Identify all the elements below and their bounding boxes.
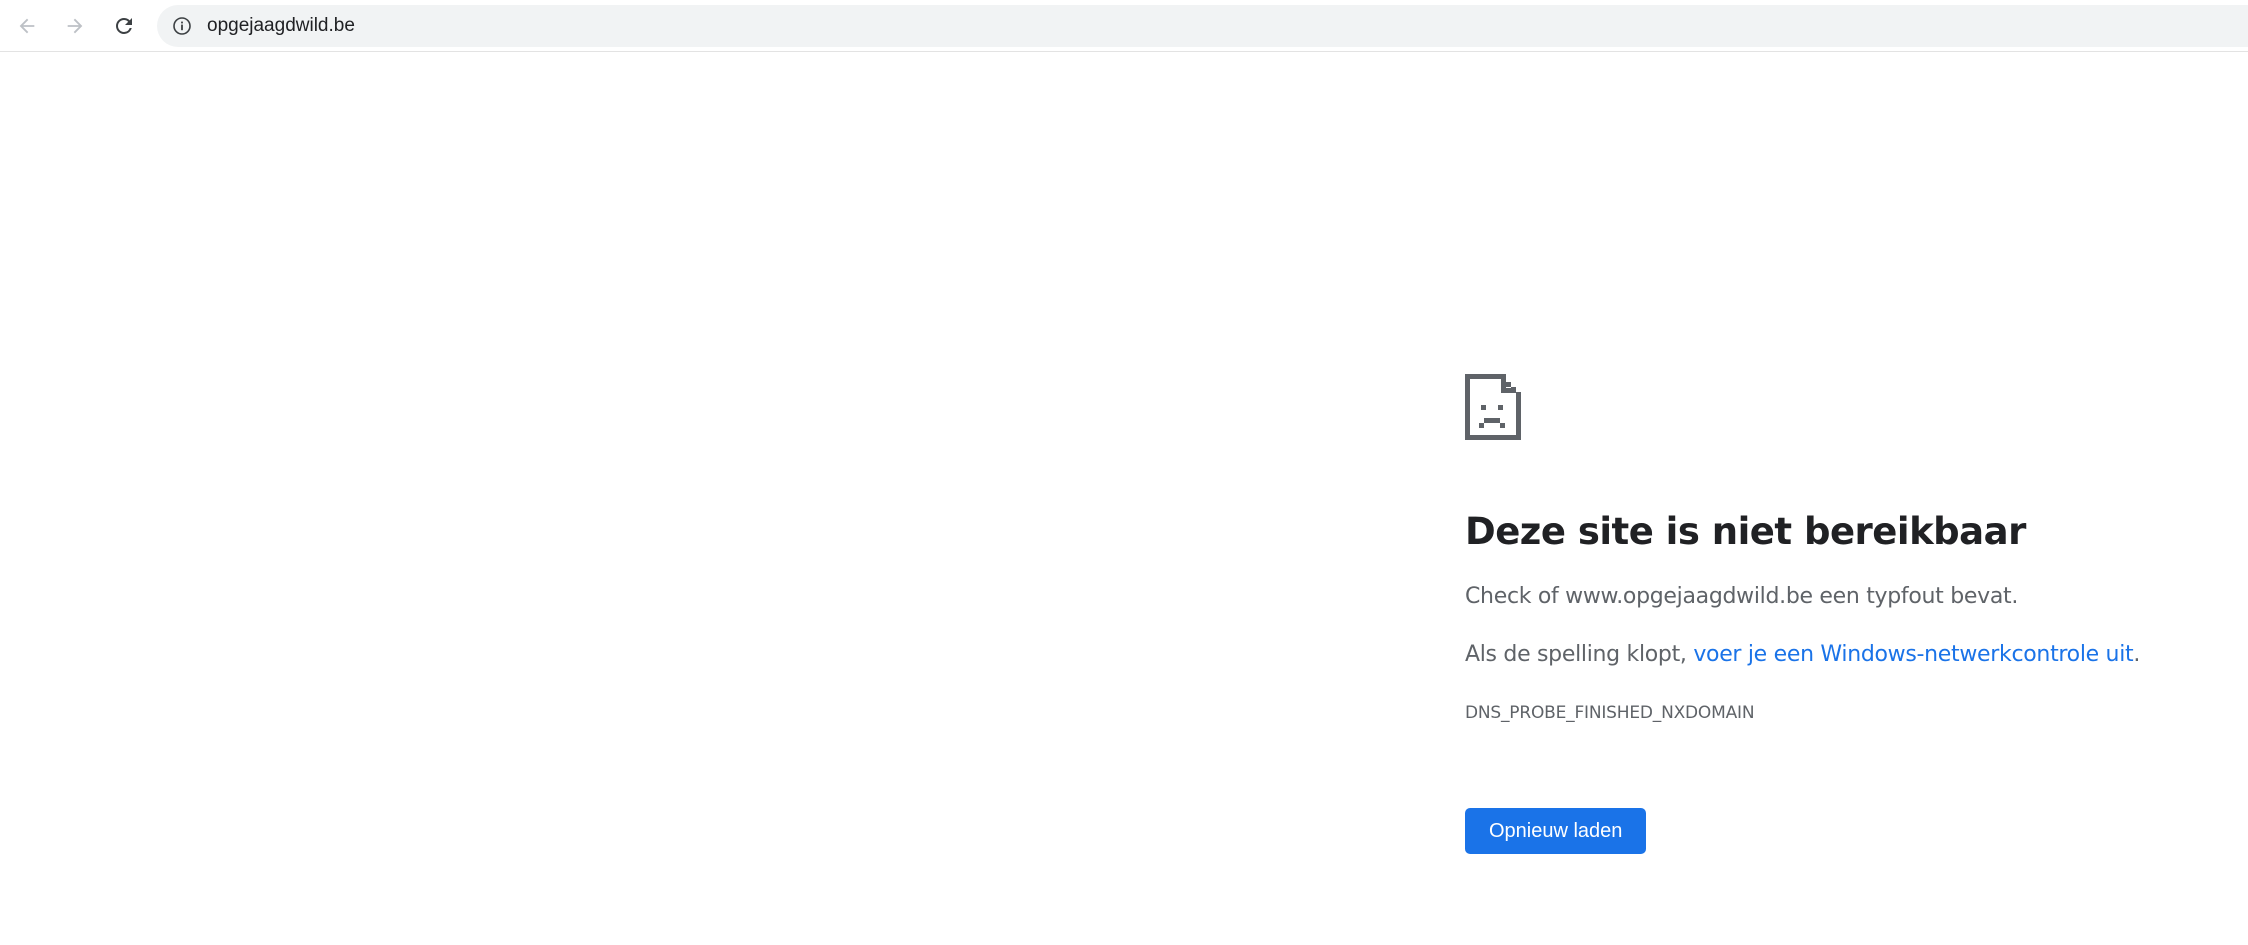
diagnostics-suffix: . xyxy=(2133,642,2141,667)
reload-icon xyxy=(116,18,132,34)
site-info-button[interactable] xyxy=(172,16,192,36)
reload-page-button[interactable] xyxy=(104,6,144,46)
forward-button[interactable] xyxy=(55,6,95,46)
diagnostics-prefix: Als de spelling klopt, xyxy=(1465,642,1694,667)
info-circle-icon xyxy=(173,17,191,35)
browser-toolbar: opgejaagdwild.be xyxy=(0,0,2248,52)
url-text[interactable]: opgejaagdwild.be xyxy=(207,5,355,47)
reload-button[interactable]: Opnieuw laden xyxy=(1465,808,1647,854)
error-suggestion-typo: Check of www.opgejaagdwild.be een typfou… xyxy=(1465,584,2019,609)
error-title: Deze site is niet bereikbaar xyxy=(1465,510,2026,553)
arrow-left-icon xyxy=(19,18,35,34)
back-button[interactable] xyxy=(7,6,47,46)
error-code: DNS_PROBE_FINISHED_NXDOMAIN xyxy=(1465,703,1755,723)
network-diagnostics-link[interactable]: voer je een Windows-netwerkcontrole uit xyxy=(1693,642,2133,667)
sad-document-icon xyxy=(1465,374,1521,440)
address-bar[interactable]: opgejaagdwild.be xyxy=(157,5,2248,47)
error-suggestion-diagnostics: Als de spelling klopt, voer je een Windo… xyxy=(1465,642,2140,667)
arrow-right-icon xyxy=(67,18,83,34)
